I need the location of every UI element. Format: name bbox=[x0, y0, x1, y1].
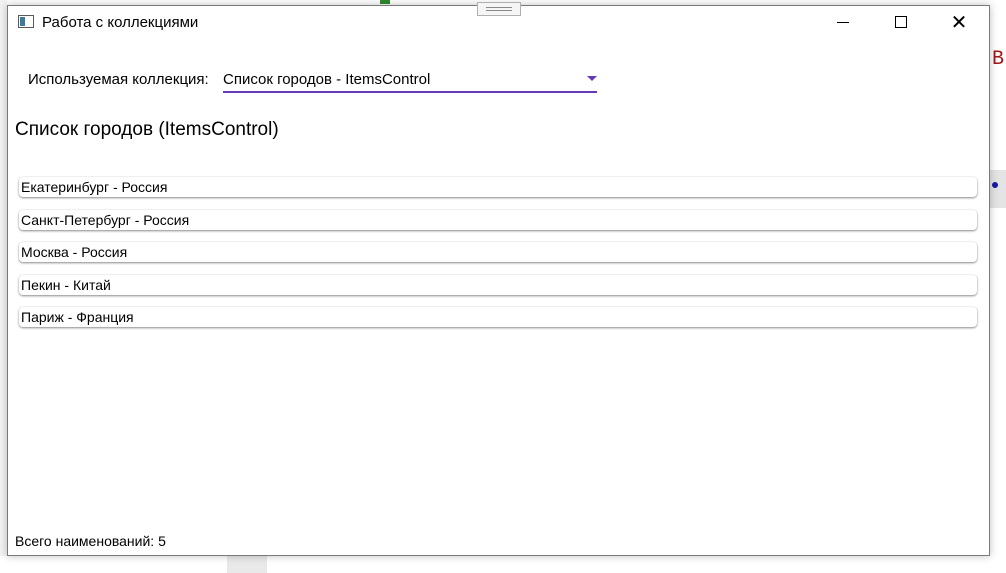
background-code-char: В bbox=[992, 48, 1005, 71]
app-icon bbox=[18, 15, 34, 28]
main-window: Работа с коллекциями ✕ Используемая колл… bbox=[7, 2, 990, 556]
list-item[interactable]: Париж - Франция bbox=[19, 307, 977, 327]
title-bar[interactable]: Работа с коллекциями ✕ bbox=[8, 2, 989, 38]
maximize-icon bbox=[895, 16, 907, 28]
section-title: Список городов (ItemsControl) bbox=[15, 119, 279, 140]
city-list: Екатеринбург - Россия Санкт-Петербург - … bbox=[19, 177, 977, 340]
background-app-left bbox=[0, 0, 7, 573]
list-item[interactable]: Екатеринбург - Россия bbox=[19, 177, 977, 197]
drag-handle[interactable] bbox=[477, 2, 521, 16]
minimize-icon bbox=[837, 21, 849, 23]
background-app-bottom bbox=[0, 556, 1006, 573]
total-count: Всего наименований: 5 bbox=[15, 533, 166, 549]
minimize-button[interactable] bbox=[814, 6, 872, 38]
background-app-right bbox=[990, 0, 1006, 573]
close-icon: ✕ bbox=[950, 10, 968, 34]
list-item[interactable]: Санкт-Петербург - Россия bbox=[19, 209, 977, 230]
list-item-label: Москва - Россия bbox=[21, 244, 128, 260]
background-dot bbox=[992, 182, 998, 188]
collection-combobox[interactable]: Список городов - ItemsControl bbox=[223, 64, 597, 93]
list-item-label: Париж - Франция bbox=[21, 309, 134, 325]
list-item[interactable]: Пекин - Китай bbox=[19, 274, 977, 295]
window-title: Работа с коллекциями bbox=[42, 14, 199, 31]
close-button[interactable]: ✕ bbox=[930, 6, 988, 38]
list-item-label: Пекин - Китай bbox=[21, 276, 111, 293]
collection-selected-value: Список городов - ItemsControl bbox=[223, 71, 431, 88]
list-item[interactable]: Москва - Россия bbox=[19, 242, 977, 262]
background-marker bbox=[380, 0, 390, 4]
maximize-button[interactable] bbox=[872, 6, 930, 38]
background-app-gutter bbox=[227, 556, 267, 573]
collection-label: Используемая коллекция: bbox=[28, 71, 209, 88]
background-app-band bbox=[990, 170, 1006, 208]
list-item-label: Санкт-Петербург - Россия bbox=[21, 211, 190, 228]
chevron-down-icon bbox=[587, 76, 597, 81]
list-item-label: Екатеринбург - Россия bbox=[21, 179, 168, 195]
